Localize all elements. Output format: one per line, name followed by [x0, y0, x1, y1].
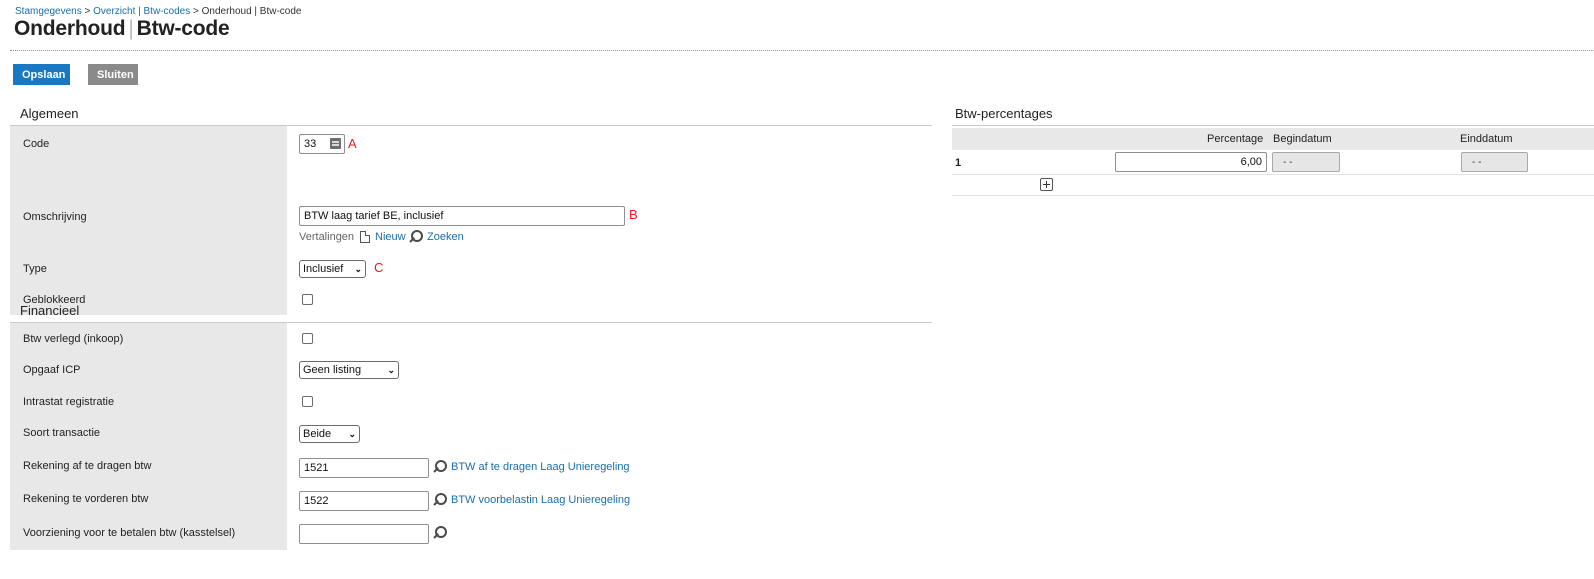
- btw-verlegd-label: Btw verlegd (inkoop): [10, 323, 287, 354]
- breadcrumb-link-overzicht[interactable]: Overzicht | Btw-codes: [93, 6, 190, 17]
- percentage-input[interactable]: 6,00: [1115, 152, 1267, 172]
- title-divider: |: [128, 17, 134, 40]
- begindatum-value: - -: [1283, 156, 1293, 168]
- row-rekening-af-te-dragen: Rekening af te dragen btw 1521 BTW af te…: [10, 449, 932, 482]
- add-row-icon[interactable]: [1040, 178, 1053, 191]
- header-einddatum: Einddatum: [1460, 133, 1513, 145]
- search-icon[interactable]: [432, 492, 448, 508]
- percentages-table-header: Percentage Begindatum Einddatum: [952, 128, 1594, 150]
- soort-transactie-field-cell: Beide ⌄: [287, 417, 932, 449]
- algemeen-form: Code 33 A Omschrijving BTW laag tarief B…: [10, 126, 932, 315]
- breadcrumb-current: Onderhoud | Btw-code: [201, 6, 302, 17]
- header-percentage: Percentage: [1207, 133, 1264, 145]
- type-label: Type: [10, 252, 287, 285]
- geblokkeerd-field-cell: [287, 285, 932, 315]
- rekening-te-vorderen-field-cell: 1522 BTW voorbelastin Laag Unieregeling: [287, 482, 932, 516]
- type-select[interactable]: Inclusief ⌄: [299, 260, 366, 278]
- section-divider: [952, 125, 1594, 126]
- page-title-part1: Onderhoud: [14, 17, 126, 40]
- search-icon[interactable]: [432, 459, 448, 475]
- header-begindatum: Begindatum: [1273, 133, 1332, 145]
- soort-transactie-label: Soort transactie: [10, 417, 287, 449]
- percentage-value: 6,00: [1240, 156, 1262, 168]
- page-title-part2: Btw-code: [136, 17, 230, 40]
- rekening-af-te-dragen-field-cell: 1521 BTW af te dragen Laag Unieregeling: [287, 449, 932, 482]
- code-field-cell: 33 A: [287, 126, 932, 162]
- row-omschrijving: Omschrijving BTW laag tarief BE, inclusi…: [10, 162, 932, 252]
- row-divider: [952, 174, 1594, 175]
- new-document-icon[interactable]: [360, 231, 370, 243]
- btw-verlegd-checkbox[interactable]: [302, 333, 313, 344]
- row-rekening-te-vorderen: Rekening te vorderen btw 1522 BTW voorbe…: [10, 482, 932, 516]
- btw-verlegd-field-cell: [287, 323, 932, 354]
- soort-transactie-value: Beide: [303, 428, 332, 440]
- breadcrumb-separator: >: [192, 6, 199, 17]
- opgaaf-icp-select[interactable]: Geen listing ⌄: [299, 361, 399, 379]
- omschrijving-value: BTW laag tarief BE, inclusief: [304, 210, 444, 222]
- row-soort-transactie: Soort transactie Beide ⌄: [10, 417, 932, 449]
- annotation-marker-b: B: [629, 207, 638, 222]
- rekening-af-te-dragen-link[interactable]: BTW af te dragen Laag Unieregeling: [451, 461, 630, 473]
- row-intrastat: Intrastat registratie: [10, 386, 932, 417]
- soort-transactie-select[interactable]: Beide ⌄: [299, 425, 360, 443]
- chevron-down-icon: ⌄: [348, 428, 356, 439]
- section-title-financieel: Financieel: [20, 303, 80, 318]
- calculator-icon[interactable]: [330, 138, 341, 149]
- opgaaf-icp-field-cell: Geen listing ⌄: [287, 354, 932, 386]
- omschrijving-field-cell: BTW laag tarief BE, inclusief B Vertalin…: [287, 162, 932, 252]
- vertaling-zoeken-link[interactable]: Zoeken: [427, 231, 464, 243]
- code-value: 33: [304, 138, 317, 150]
- financieel-form: Btw verlegd (inkoop) Opgaaf ICP Geen lis…: [10, 323, 932, 550]
- annotation-marker-c: C: [374, 260, 384, 275]
- section-title-percentages: Btw-percentages: [955, 106, 1053, 121]
- code-label: Code: [10, 126, 287, 162]
- type-field-cell: Inclusief ⌄ C: [287, 252, 932, 285]
- omschrijving-input[interactable]: BTW laag tarief BE, inclusief: [299, 206, 625, 226]
- intrastat-field-cell: [287, 386, 932, 417]
- breadcrumb-separator: >: [84, 6, 91, 17]
- opgaaf-icp-value: Geen listing: [303, 364, 362, 376]
- breadcrumb: Stamgegevens > Overzicht | Btw-codes > O…: [15, 6, 302, 17]
- row-type: Type Inclusief ⌄ C: [10, 252, 932, 285]
- row-divider: [952, 195, 1594, 196]
- voorziening-input[interactable]: [299, 524, 429, 544]
- annotation-marker-a: A: [348, 136, 357, 151]
- rekening-te-vorderen-link[interactable]: BTW voorbelastin Laag Unieregeling: [451, 494, 630, 506]
- rekening-te-vorderen-value: 1522: [304, 495, 329, 507]
- voorziening-field-cell: [287, 516, 932, 550]
- chevron-down-icon: ⌄: [387, 364, 395, 375]
- save-button[interactable]: Opslaan: [13, 64, 70, 85]
- einddatum-field[interactable]: - -: [1461, 152, 1528, 172]
- vertalingen-label: Vertalingen: [299, 231, 355, 243]
- row-index: 1: [955, 157, 962, 169]
- close-button[interactable]: Sluiten: [88, 64, 138, 85]
- row-code: Code 33 A: [10, 126, 932, 162]
- row-geblokkeerd: Geblokkeerd: [10, 285, 932, 315]
- header-divider: [10, 50, 1594, 51]
- begindatum-field[interactable]: - -: [1272, 152, 1340, 172]
- search-icon[interactable]: [408, 229, 424, 245]
- section-title-algemeen: Algemeen: [20, 106, 79, 121]
- page-title: Onderhoud | Btw-code: [14, 17, 230, 41]
- rekening-af-te-dragen-input[interactable]: 1521: [299, 458, 429, 478]
- rekening-te-vorderen-input[interactable]: 1522: [299, 491, 429, 511]
- opgaaf-icp-label: Opgaaf ICP: [10, 354, 287, 386]
- intrastat-checkbox[interactable]: [302, 396, 313, 407]
- row-voorziening: Voorziening voor te betalen btw (kasstel…: [10, 516, 932, 550]
- omschrijving-label: Omschrijving: [10, 162, 287, 252]
- chevron-down-icon: ⌄: [354, 263, 362, 274]
- search-icon[interactable]: [432, 525, 448, 541]
- breadcrumb-link-stamgegevens[interactable]: Stamgegevens: [15, 6, 82, 17]
- intrastat-label: Intrastat registratie: [10, 386, 287, 417]
- row-opgaaf-icp: Opgaaf ICP Geen listing ⌄: [10, 354, 932, 386]
- type-value: Inclusief: [303, 263, 344, 275]
- geblokkeerd-checkbox[interactable]: [302, 294, 313, 305]
- rekening-af-te-dragen-label: Rekening af te dragen btw: [10, 449, 287, 482]
- rekening-te-vorderen-label: Rekening te vorderen btw: [10, 482, 287, 516]
- rekening-af-te-dragen-value: 1521: [304, 462, 329, 474]
- einddatum-value: - -: [1472, 156, 1482, 168]
- vertaling-nieuw-link[interactable]: Nieuw: [375, 231, 406, 243]
- row-btw-verlegd: Btw verlegd (inkoop): [10, 323, 932, 354]
- voorziening-label: Voorziening voor te betalen btw (kasstel…: [10, 516, 287, 550]
